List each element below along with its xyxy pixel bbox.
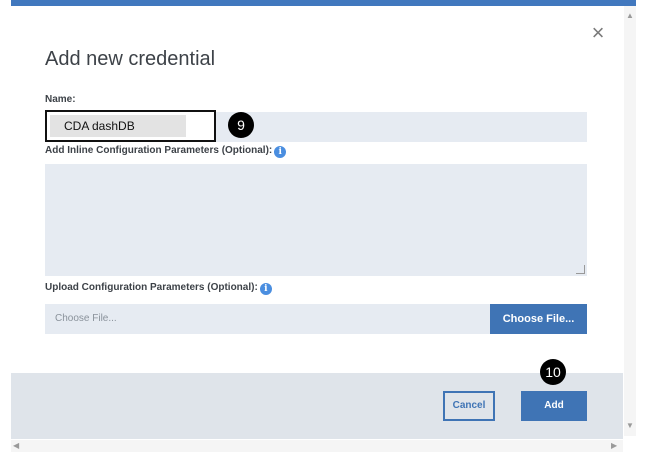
choose-file-button[interactable]: Choose File... (490, 304, 587, 334)
vertical-scrollbar[interactable]: ▲ ▼ (624, 6, 636, 436)
inline-config-label: Add Inline Configuration Parameters (Opt… (45, 145, 273, 156)
info-icon[interactable]: i (259, 283, 272, 295)
upload-config-label: Upload Configuration Parameters (Optiona… (45, 282, 258, 293)
name-input-value[interactable]: CDA dashDB (50, 115, 186, 137)
add-button[interactable]: Add (521, 391, 587, 421)
file-path-field[interactable]: Choose File... (45, 304, 490, 334)
step-badge-9: 9 (228, 112, 254, 138)
modal-footer: 10 Cancel Add (11, 359, 623, 439)
scroll-right-icon[interactable]: ▶ (611, 442, 617, 450)
name-highlight-box: CDA dashDB (45, 110, 216, 142)
close-icon[interactable]: × (589, 22, 607, 44)
inline-config-label-row: Add Inline Configuration Parameters (Opt… (45, 145, 287, 158)
add-credential-modal: × Add new credential Name: CDA dashDB 9 … (11, 6, 623, 439)
name-label: Name: (45, 94, 76, 105)
scroll-up-icon[interactable]: ▲ (626, 12, 634, 20)
upload-config-label-row: Upload Configuration Parameters (Optiona… (45, 282, 272, 295)
horizontal-scrollbar[interactable]: ◀ ▶ (11, 440, 623, 452)
step-badge-10: 10 (540, 359, 566, 385)
scroll-left-icon[interactable]: ◀ (13, 442, 19, 450)
info-icon[interactable]: i (274, 146, 287, 158)
inline-config-textarea[interactable] (45, 164, 587, 276)
modal-title: Add new credential (45, 48, 216, 70)
cancel-button[interactable]: Cancel (443, 391, 495, 421)
scroll-down-icon[interactable]: ▼ (626, 422, 634, 430)
resize-grip-icon[interactable] (576, 265, 585, 274)
